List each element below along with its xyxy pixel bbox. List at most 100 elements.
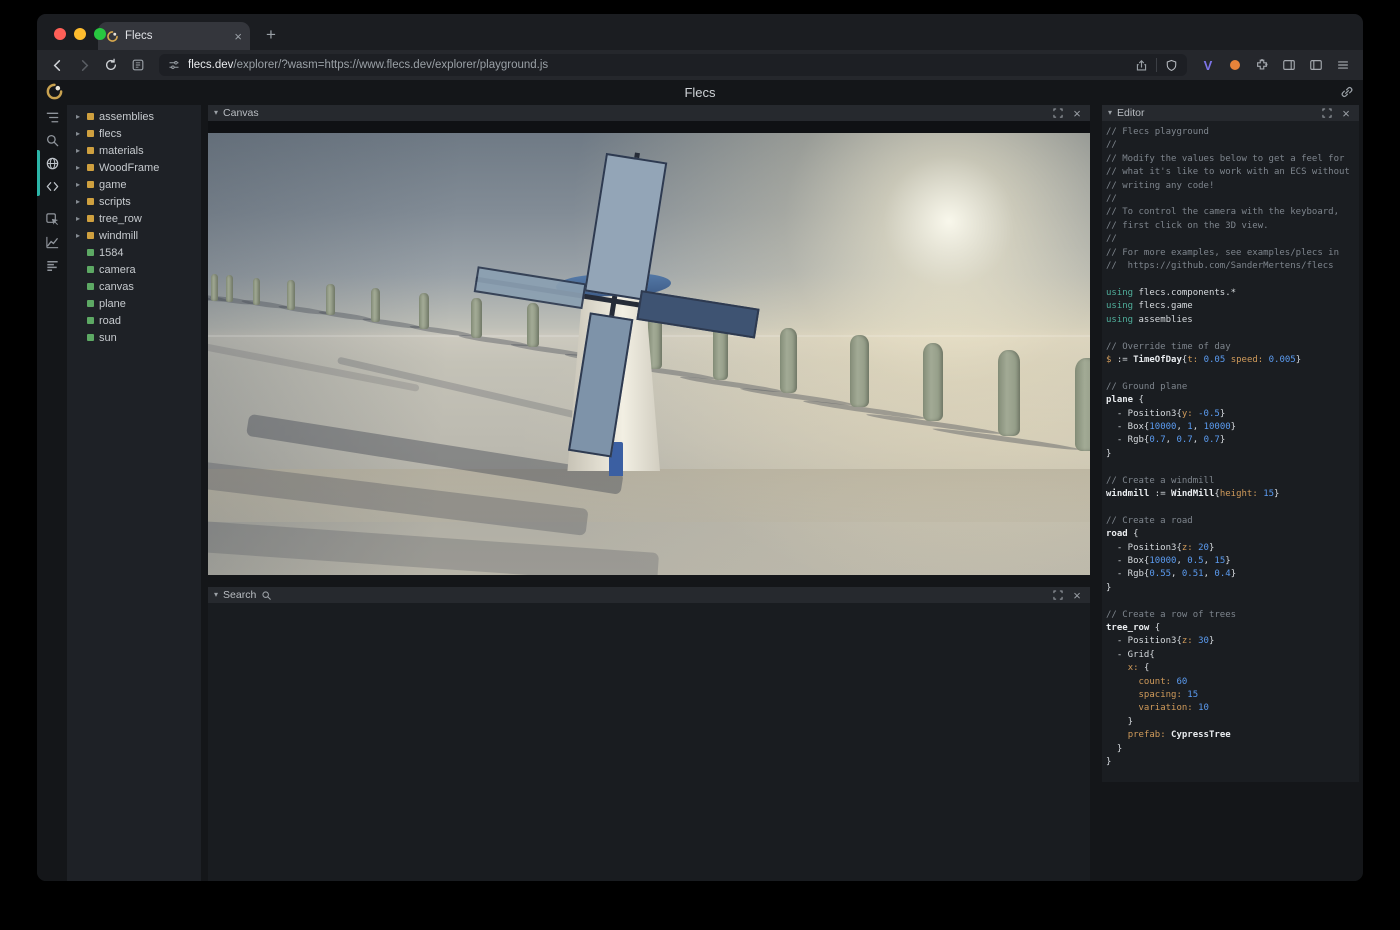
expand-caret-icon[interactable]: ▸ <box>74 146 82 155</box>
entity-label: game <box>99 179 127 191</box>
entity-label: WoodFrame <box>99 162 159 174</box>
tree-item[interactable]: ▸ game <box>67 176 201 193</box>
search-panel-header: ▾ Search × <box>208 587 1090 603</box>
canvas-panel-header: ▾ Canvas × <box>208 105 1090 121</box>
expand-caret-icon[interactable]: ▸ <box>74 129 82 138</box>
cypress-tree-3d <box>211 274 218 301</box>
entity-type-icon <box>87 130 94 137</box>
search-icon[interactable] <box>44 133 60 148</box>
code-editor-icon[interactable] <box>44 179 60 194</box>
tree-item[interactable]: ▸ materials <box>67 142 201 159</box>
tree-item[interactable]: ▸ tree_row <box>67 210 201 227</box>
desktop: Flecs × + flecs.dev/explore <box>0 0 1400 930</box>
reload-icon[interactable] <box>101 55 121 75</box>
entity-type-icon <box>87 266 94 273</box>
editor-panel-title: Editor <box>1117 107 1144 119</box>
divider <box>1156 58 1157 72</box>
fullscreen-icon[interactable] <box>1051 106 1065 120</box>
close-panel-icon[interactable]: × <box>1339 106 1353 120</box>
search-panel-title: Search <box>223 589 256 601</box>
cypress-tree-3d <box>326 284 334 315</box>
cypress-tree-3d <box>419 293 429 330</box>
fullscreen-icon[interactable] <box>1320 106 1334 120</box>
tree-item[interactable]: sun <box>67 329 201 346</box>
tab-close-icon[interactable]: × <box>234 30 242 43</box>
tree-item[interactable]: ▸ assemblies <box>67 108 201 125</box>
entity-type-icon <box>87 317 94 324</box>
cypress-tree-3d <box>226 275 233 302</box>
share-link-icon[interactable] <box>1340 85 1354 99</box>
new-tab-button[interactable]: + <box>260 25 282 45</box>
browser-tab[interactable]: Flecs × <box>98 22 250 50</box>
minimize-window-button[interactable] <box>74 28 86 40</box>
entity-label: tree_row <box>99 213 142 225</box>
panel-toggle-icon[interactable] <box>1306 55 1326 75</box>
extension-v-icon[interactable]: V <box>1198 55 1218 75</box>
expand-caret-icon[interactable]: ▸ <box>74 163 82 172</box>
canvas-3d-viewport[interactable] <box>208 133 1090 575</box>
close-panel-icon[interactable]: × <box>1070 106 1084 120</box>
editor-panel-header: ▾ Editor × <box>1102 105 1359 121</box>
tree-item[interactable]: ▸ scripts <box>67 193 201 210</box>
tab-title: Flecs <box>125 30 228 42</box>
sidebar-toggle-icon[interactable] <box>1279 55 1299 75</box>
expand-caret-icon[interactable]: ▸ <box>74 231 82 240</box>
cypress-tree-3d <box>471 298 482 338</box>
entity-label: assemblies <box>99 111 154 123</box>
cypress-tree-3d <box>850 335 868 406</box>
expand-caret-icon[interactable]: ▸ <box>74 197 82 206</box>
bookmarks-panel-icon[interactable] <box>128 55 148 75</box>
entity-type-icon <box>87 215 94 222</box>
search-panel: ▾ Search × <box>208 587 1090 881</box>
extensions-puzzle-icon[interactable] <box>1252 55 1272 75</box>
close-window-button[interactable] <box>54 28 66 40</box>
entity-type-icon <box>87 283 94 290</box>
expand-caret-icon[interactable]: ▸ <box>74 112 82 121</box>
site-info-icon[interactable] <box>168 59 180 71</box>
tree-item[interactable]: camera <box>67 261 201 278</box>
address-bar[interactable]: flecs.dev/explorer/?wasm=https://www.fle… <box>159 54 1187 76</box>
tree-item[interactable]: road <box>67 312 201 329</box>
collapse-caret-icon[interactable]: ▾ <box>214 109 218 117</box>
collapse-caret-icon[interactable]: ▾ <box>214 591 218 599</box>
inspector-icon[interactable] <box>44 212 60 227</box>
entity-label: road <box>99 315 121 327</box>
search-magnifier-icon <box>261 590 272 601</box>
shield-icon[interactable] <box>1165 59 1178 72</box>
entity-label: scripts <box>99 196 131 208</box>
page-header: Flecs <box>37 80 1363 105</box>
tree-item[interactable]: plane <box>67 295 201 312</box>
entity-label: canvas <box>99 281 134 293</box>
expand-caret-icon[interactable]: ▸ <box>74 214 82 223</box>
back-icon[interactable] <box>47 55 67 75</box>
editor-code[interactable]: // Flecs playground//// Modify the value… <box>1106 126 1355 770</box>
tree-shadow-3d <box>278 304 328 316</box>
stats-icon[interactable] <box>44 258 60 273</box>
tree-item[interactable]: 1584 <box>67 244 201 261</box>
extension-dot-icon[interactable] <box>1225 55 1245 75</box>
forward-icon[interactable] <box>74 55 94 75</box>
expand-caret-icon[interactable]: ▸ <box>74 180 82 189</box>
outliner-icon[interactable] <box>44 110 60 125</box>
entity-label: 1584 <box>99 247 123 259</box>
shadow-streak <box>338 356 597 422</box>
menu-icon[interactable] <box>1333 55 1353 75</box>
close-panel-icon[interactable]: × <box>1070 588 1084 602</box>
collapse-caret-icon[interactable]: ▾ <box>1108 109 1112 117</box>
cypress-tree-3d <box>780 328 797 393</box>
tree-item[interactable]: canvas <box>67 278 201 295</box>
share-icon[interactable] <box>1135 59 1148 72</box>
tree-item[interactable]: ▸ flecs <box>67 125 201 142</box>
chart-icon[interactable] <box>44 235 60 250</box>
url-text: flecs.dev/explorer/?wasm=https://www.fle… <box>188 59 1127 71</box>
scene-globe-icon[interactable] <box>44 156 60 171</box>
zoom-window-button[interactable] <box>94 28 106 40</box>
tree-item[interactable]: ▸ windmill <box>67 227 201 244</box>
tab-strip: Flecs × + <box>37 14 1363 50</box>
canvas-panel: ▾ Canvas × <box>208 105 1090 575</box>
browser-window: Flecs × + flecs.dev/explore <box>37 14 1363 881</box>
fullscreen-icon[interactable] <box>1051 588 1065 602</box>
tree-item[interactable]: ▸ WoodFrame <box>67 159 201 176</box>
cypress-tree-3d <box>998 350 1020 435</box>
editor-panel: ▾ Editor × // Flecs playground//// Modif… <box>1102 105 1359 782</box>
